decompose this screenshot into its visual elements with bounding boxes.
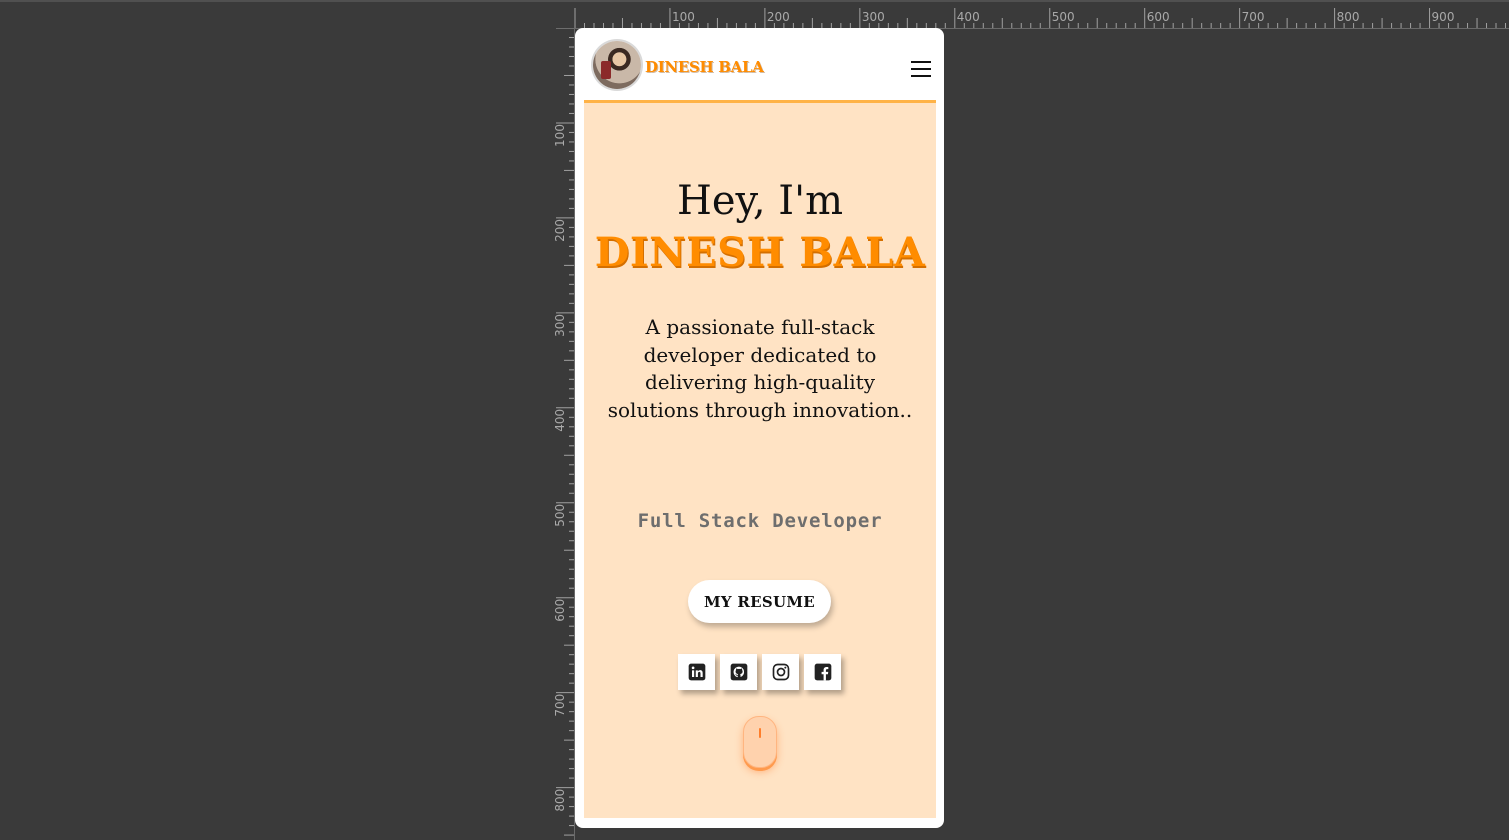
social-links bbox=[678, 654, 842, 690]
ruler-label: 100 bbox=[553, 124, 567, 147]
brand-name[interactable]: DINESH BALA bbox=[645, 58, 764, 76]
instagram-icon bbox=[772, 663, 789, 681]
avatar-photo-detail bbox=[601, 61, 611, 79]
ruler-label: 400 bbox=[957, 10, 980, 24]
resume-button[interactable]: MY RESUME bbox=[688, 580, 831, 623]
vertical-ruler: 100 200 300 400 500 600 700 800 bbox=[550, 28, 575, 840]
facebook-icon bbox=[814, 663, 831, 681]
ruler-label: 500 bbox=[553, 504, 567, 527]
menu-line bbox=[911, 61, 931, 63]
device-viewport: DINESH BALA Hey, I'm DINESH BALA A passi… bbox=[575, 28, 944, 828]
linkedin-link[interactable] bbox=[678, 654, 715, 690]
menu-line bbox=[911, 75, 931, 77]
ruler-label: 100 bbox=[672, 10, 695, 24]
ruler-label: 700 bbox=[553, 694, 567, 717]
ruler-label: 600 bbox=[553, 599, 567, 622]
github-link[interactable] bbox=[720, 654, 757, 690]
tagline: A passionate full-stack developer dedica… bbox=[607, 315, 913, 422]
ruler-label: 700 bbox=[1242, 10, 1265, 24]
greeting: Hey, I'm bbox=[677, 178, 843, 224]
avatar[interactable] bbox=[593, 41, 641, 89]
facebook-link[interactable] bbox=[804, 654, 841, 690]
ruler-label: 900 bbox=[1432, 10, 1455, 24]
ruler-label: 300 bbox=[553, 314, 567, 337]
ruler-label: 500 bbox=[1052, 10, 1075, 24]
hero-section: Hey, I'm DINESH BALA A passionate full-s… bbox=[584, 103, 936, 818]
linkedin-icon bbox=[688, 663, 705, 681]
menu-line bbox=[911, 68, 931, 70]
vertical-ruler-ticks: 100 200 300 400 500 600 700 800 bbox=[553, 28, 574, 836]
ruler-label: 800 bbox=[553, 789, 567, 812]
ruler-label: 600 bbox=[1147, 10, 1170, 24]
navbar: DINESH BALA bbox=[584, 28, 936, 103]
mouse-scroll-icon[interactable] bbox=[743, 716, 777, 768]
ruler-label: 300 bbox=[862, 10, 885, 24]
editor-left-panel bbox=[0, 2, 550, 840]
ruler-label: 400 bbox=[553, 409, 567, 432]
ruler-label: 200 bbox=[767, 10, 790, 24]
ruler-label: 800 bbox=[1337, 10, 1360, 24]
role-typing-text: Full Stack Developer bbox=[637, 510, 883, 532]
horizontal-ruler-ticks: 100 200 300 400 500 600 700 800 900 bbox=[574, 8, 1507, 28]
hero-name: DINESH BALA bbox=[594, 229, 926, 276]
github-icon bbox=[730, 663, 747, 681]
horizontal-ruler: 100 200 300 400 500 600 700 800 900 bbox=[550, 2, 1509, 29]
hamburger-menu-icon[interactable] bbox=[911, 60, 931, 77]
instagram-link[interactable] bbox=[762, 654, 799, 690]
ruler-label: 200 bbox=[553, 219, 567, 242]
mouse-wheel bbox=[759, 728, 761, 738]
